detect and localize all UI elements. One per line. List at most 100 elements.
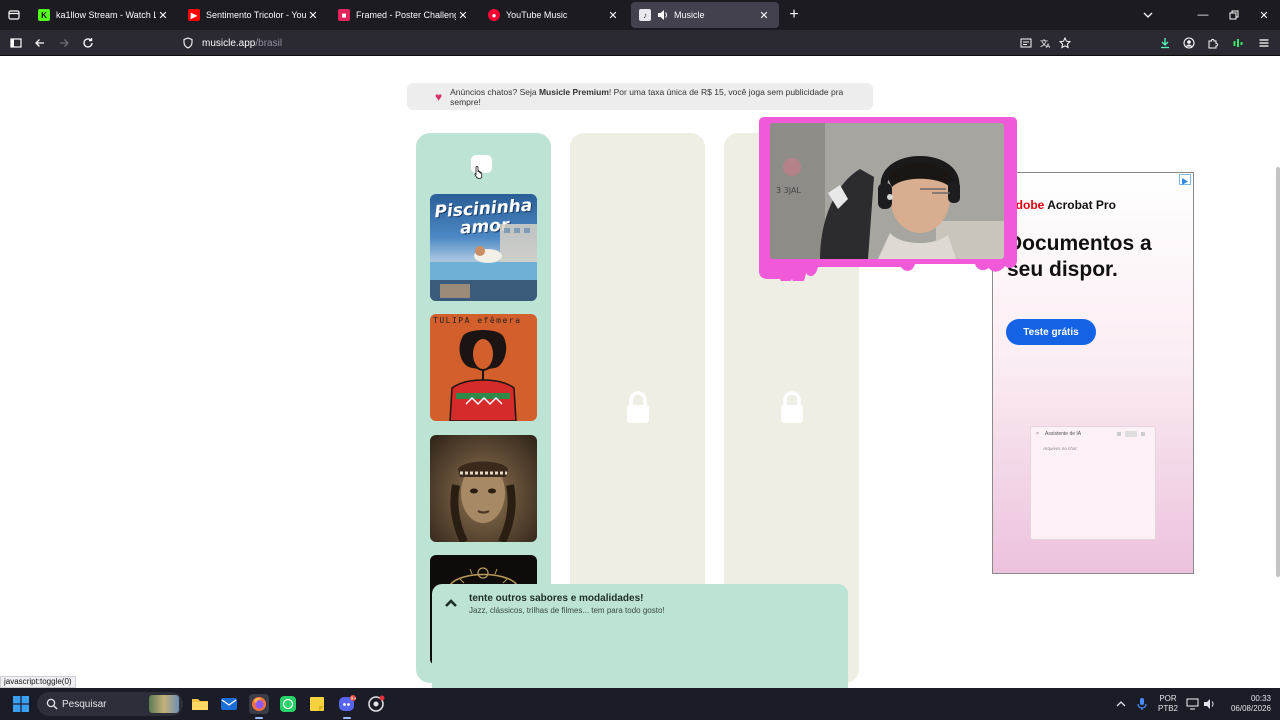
sidebar-toggle-button[interactable] [6, 33, 26, 53]
file-explorer-button[interactable] [190, 694, 210, 714]
ad-panel-title: Assistente de IA [1045, 431, 1082, 437]
tab-title: Framed - Poster Challenge [356, 10, 456, 20]
ad-screenshot-panel: × Assistente de IA Arquivos no chat [1030, 426, 1156, 540]
page-scrollbar[interactable] [1276, 167, 1280, 577]
tab-title: ka1llow Stream - Watch Live on [56, 10, 156, 20]
youtube-music-icon: ● [488, 9, 500, 21]
tab-kick-stream[interactable]: K ka1llow Stream - Watch Live on ✕ [30, 2, 178, 28]
tab-title: Sentimento Tricolor - YouTube [206, 10, 306, 20]
account-button[interactable] [1179, 33, 1199, 53]
restore-button[interactable] [1222, 5, 1246, 25]
tab-youtube[interactable]: ▶ Sentimento Tricolor - YouTube ✕ [180, 2, 328, 28]
steam-like-icon [368, 695, 385, 712]
volume-icon[interactable] [1203, 698, 1217, 710]
other-modes-panel[interactable]: tente outros sabores e modalidades! Jazz… [432, 584, 848, 688]
other-modes-subtitle: Jazz, clássicos, trilhas de filmes... te… [469, 606, 665, 615]
close-window-button[interactable]: ✕ [1252, 5, 1276, 25]
taskbar-clock[interactable]: 00:33 06/08/2026 [1221, 694, 1271, 714]
album-cover-tulipa-efemera[interactable]: TULIPA efêmera [430, 314, 537, 421]
outlook-button[interactable] [219, 694, 239, 714]
link-status-bar: javascript:toggle(0) [0, 676, 76, 688]
network-icon[interactable] [1186, 698, 1200, 710]
speaker-icon[interactable] [657, 9, 669, 21]
account-icon [1183, 37, 1195, 49]
svg-text:3 3JAL: 3 3JAL [776, 186, 801, 195]
tab-framed[interactable]: ■ Framed - Poster Challenge ✕ [330, 2, 478, 28]
close-tab-icon[interactable]: ✕ [156, 8, 170, 22]
promo-text: Anúncios chatos? Seja Musicle Premium! P… [450, 86, 844, 107]
ad-cta-button[interactable]: Teste grátis [1006, 319, 1096, 345]
tab-title: YouTube Music [506, 10, 568, 20]
arrow-left-icon [35, 39, 44, 47]
toolbar-icons [1117, 431, 1145, 437]
close-tab-icon[interactable]: ✕ [757, 8, 771, 22]
bookmark-star-icon[interactable] [1059, 37, 1071, 49]
app-menu-button[interactable] [1254, 33, 1274, 53]
folder-icon [192, 699, 208, 710]
clock-date: 06/08/2026 [1230, 704, 1271, 713]
taskbar-search-box[interactable]: Pesquisar [37, 692, 183, 716]
tab-musicle[interactable]: ♪ Musicle ✕ [631, 2, 779, 28]
whatsapp-button[interactable] [278, 694, 298, 714]
close-tab-icon[interactable]: ✕ [456, 8, 470, 22]
ad-headline: Documentos a seu dispor. [1007, 232, 1152, 281]
windows-start-icon[interactable] [13, 696, 29, 712]
adchoices-icon[interactable] [1179, 174, 1191, 185]
framed-icon: ■ [338, 9, 350, 21]
minimize-button[interactable]: — [1191, 5, 1215, 25]
tray-overflow-chevron-icon[interactable] [1115, 698, 1127, 710]
mail-icon [221, 698, 237, 710]
webcam-video: 3 3JAL [770, 123, 1004, 259]
musicle-icon: ♪ [639, 9, 651, 21]
musicle-page: ♥ Anúncios chatos? Seja Musicle Premium!… [0, 57, 1280, 688]
sidebar-icon [10, 38, 22, 48]
album-cover-3[interactable] [430, 435, 537, 542]
extensions-button[interactable] [1203, 33, 1223, 53]
close-tab-icon[interactable]: ✕ [306, 8, 320, 22]
list-all-tabs-button[interactable] [1136, 5, 1160, 25]
puzzle-icon [1208, 38, 1219, 49]
close-icon: ✕ [1259, 9, 1269, 22]
reader-view-icon[interactable] [1020, 37, 1032, 49]
downloads-button[interactable] [1155, 33, 1175, 53]
chevron-up-icon[interactable] [444, 598, 458, 608]
album-art [450, 461, 516, 542]
youtube-icon: ▶ [188, 9, 200, 21]
reload-icon [83, 38, 93, 48]
input-language-indicator[interactable]: POR PTB2 [1156, 694, 1180, 714]
svg-text:9+: 9+ [351, 696, 356, 701]
address-bar[interactable]: musicle.app/brasil 文A [176, 32, 1082, 54]
tab-list-icon [8, 10, 20, 20]
back-button[interactable] [30, 33, 50, 53]
microphone-icon[interactable] [1136, 697, 1148, 711]
other-modes-title: tente outros sabores e modalidades! [469, 593, 644, 604]
reload-button[interactable] [78, 33, 98, 53]
close-tab-icon[interactable]: ✕ [606, 8, 620, 22]
site-info-icon[interactable] [182, 37, 194, 49]
browser-tab-strip: K ka1llow Stream - Watch Live on ✕ ▶ Sen… [0, 0, 1280, 30]
chevron-down-icon [1143, 12, 1153, 18]
adobe-acrobat-ad[interactable]: Adobe Acrobat Pro Documentos a seu dispo… [992, 172, 1194, 574]
firefox-button[interactable] [249, 694, 269, 719]
search-highlight-image [149, 695, 179, 713]
minimize-icon: — [1197, 9, 1209, 21]
language-label: POR [1159, 694, 1177, 703]
url-host: musicle.app [202, 37, 256, 49]
sticky-notes-button[interactable] [307, 694, 327, 714]
discord-icon: 9+ [339, 695, 356, 711]
hand-cursor-icon [474, 166, 483, 179]
extension-audio-button[interactable] [1228, 33, 1248, 53]
whatsapp-icon [280, 696, 296, 712]
tab-list-button[interactable] [4, 5, 24, 25]
discord-button[interactable]: 9+ [337, 694, 357, 719]
forward-button[interactable] [54, 33, 74, 53]
ad-panel-subtitle: Arquivos no chat [1043, 446, 1077, 451]
new-tab-button[interactable]: + [784, 5, 804, 25]
translate-icon[interactable]: 文A [1040, 37, 1052, 49]
recording-app-button[interactable] [366, 694, 386, 714]
close-icon: × [1036, 431, 1039, 437]
album-cover-piscininha-amor[interactable]: Piscininha amor [430, 194, 537, 301]
tab-youtube-music[interactable]: ● YouTube Music ✕ [480, 2, 628, 28]
clock-time: 00:33 [1250, 694, 1271, 703]
premium-promo-banner[interactable]: ♥ Anúncios chatos? Seja Musicle Premium!… [407, 83, 873, 110]
